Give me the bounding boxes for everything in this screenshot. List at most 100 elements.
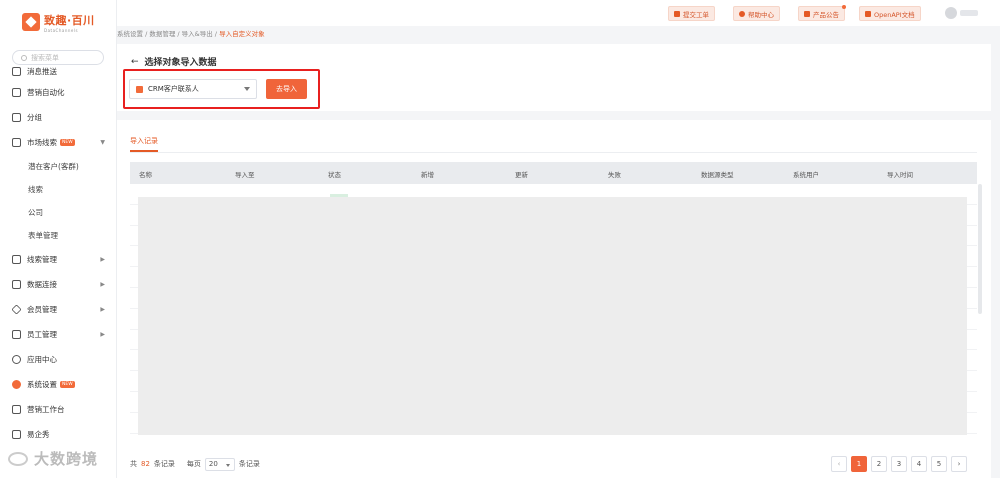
sidebar-item-lead-management[interactable]: 线索管理 ▶ — [0, 247, 116, 272]
object-select-value: CRM客户联系人 — [148, 85, 199, 93]
sidebar-item-message-push[interactable]: 消息推送 — [0, 63, 116, 80]
help-center-button[interactable]: 帮助中心 — [733, 6, 780, 21]
data-connect-icon — [12, 280, 21, 289]
redacted-region — [138, 197, 967, 435]
breadcrumb: 系统设置 / 数据管理 / 导入&导出 / 导入自定义对象 — [117, 30, 265, 38]
sidebar-subitem-forms[interactable]: 表单管理 — [0, 224, 116, 247]
total-count: 82 — [141, 460, 150, 468]
watermark-logo-icon — [8, 451, 28, 466]
pagination-bar: 共 82 条记录 每页 20 条记录 ‹ 1 2 3 4 5 › — [130, 456, 977, 472]
menu-search-placeholder: 搜索菜单 — [31, 53, 59, 62]
column-header: 失败 — [608, 171, 621, 179]
submit-ticket-button[interactable]: 提交工单 — [668, 6, 715, 21]
page-button[interactable]: 2 — [871, 456, 887, 472]
breadcrumb-item[interactable]: 导入&导出 — [182, 30, 213, 38]
user-name — [960, 10, 978, 16]
new-badge: NEW — [60, 381, 75, 388]
chevron-right-icon: ▶ — [100, 331, 105, 338]
breadcrumb-item[interactable]: 系统设置 — [117, 30, 143, 38]
user-menu[interactable] — [945, 7, 978, 19]
page-size-select[interactable]: 20 — [204, 457, 235, 471]
staff-icon — [12, 330, 21, 339]
sidebar-item-data-connect[interactable]: 数据连接 ▶ — [0, 272, 116, 297]
sidebar-item-app-center[interactable]: 应用中心 — [0, 347, 116, 372]
diamond-icon — [11, 304, 22, 315]
logo-title: 致趣·百川 — [44, 13, 95, 27]
column-header: 新增 — [421, 171, 434, 179]
import-panel: ← 选择对象导入数据 CRM客户联系人 去导入 — [117, 44, 991, 111]
openapi-docs-button[interactable]: OpenAPI文档 — [859, 6, 921, 21]
next-page-button[interactable]: › — [951, 456, 967, 472]
pager: ‹ 1 2 3 4 5 › — [831, 456, 967, 472]
page-button[interactable]: 4 — [911, 456, 927, 472]
total-suffix: 条记录 — [153, 460, 175, 468]
sidebar-subitem-prospects[interactable]: 潜在客户(客群) — [0, 155, 116, 178]
lead-management-icon — [12, 255, 21, 264]
page-title: 选择对象导入数据 — [144, 58, 217, 68]
automation-icon — [12, 88, 21, 97]
search-icon — [21, 54, 27, 61]
chevron-right-icon: ▶ — [100, 256, 105, 263]
workbench-icon — [12, 405, 21, 414]
top-bar: 提交工单 帮助中心 产品公告 OpenAPI文档 — [117, 0, 1000, 26]
object-select[interactable]: CRM客户联系人 — [129, 79, 257, 99]
per-page-suffix: 条记录 — [238, 460, 260, 468]
page-button[interactable]: 3 — [891, 456, 907, 472]
sidebar-item-members[interactable]: 会员管理 ▶ — [0, 297, 116, 322]
page-button[interactable]: 5 — [931, 456, 947, 472]
logo-subtitle: DataChannels — [44, 27, 79, 33]
group-icon — [12, 113, 21, 122]
product-announcement-button[interactable]: 产品公告 — [798, 5, 846, 21]
notification-dot — [842, 5, 846, 9]
total-prefix: 共 — [130, 460, 137, 468]
watermark-text: 大数跨境 — [34, 450, 99, 468]
breadcrumb-item[interactable]: 数据管理 — [149, 30, 175, 38]
object-icon — [136, 85, 143, 93]
sidebar-item-eqxiu[interactable]: 易企秀 — [0, 422, 116, 447]
chevron-right-icon: ▶ — [100, 281, 105, 288]
prev-page-button[interactable]: ‹ — [831, 456, 847, 472]
column-header: 系统用户 — [793, 171, 819, 179]
go-import-button[interactable]: 去导入 — [266, 79, 307, 99]
sidebar-item-system-settings[interactable]: 系统设置 NEW — [0, 372, 116, 397]
arrow-left-icon: ← — [131, 56, 139, 67]
column-header: 导入至 — [235, 171, 255, 179]
logo-icon — [22, 13, 40, 31]
column-header: 更新 — [515, 171, 528, 179]
table-header: 名称 导入至 状态 新增 更新 失败 数据源类型 系统用户 导入时间 — [130, 162, 977, 184]
avatar — [945, 7, 957, 19]
app-center-icon — [12, 355, 21, 364]
sidebar: 致趣·百川 DataChannels 搜索菜单 消息推送 营销自动化 分组 市场… — [0, 0, 117, 478]
tab-import-records[interactable]: 导入记录 — [130, 136, 158, 152]
logo[interactable]: 致趣·百川 DataChannels — [22, 9, 95, 35]
sidebar-item-market-leads[interactable]: 市场线索 NEW ▼ — [0, 130, 116, 155]
help-icon — [739, 10, 745, 17]
breadcrumb-current: 导入自定义对象 — [219, 30, 265, 38]
chevron-down-icon — [244, 87, 250, 91]
sidebar-item-marketing-workbench[interactable]: 营销工作台 — [0, 397, 116, 422]
column-header: 导入时间 — [887, 171, 913, 179]
doc-icon — [865, 10, 871, 17]
sidebar-item-groups[interactable]: 分组 — [0, 105, 116, 130]
import-records-panel: 导入记录 名称 导入至 状态 新增 更新 失败 数据源类型 系统用户 导入时间 … — [117, 120, 991, 478]
chevron-down-icon: ▼ — [100, 139, 105, 146]
sidebar-menu: 消息推送 营销自动化 分组 市场线索 NEW ▼ 潜在客户(客群) 线索 公司 表单… — [0, 67, 116, 447]
ticket-icon — [674, 10, 680, 17]
per-page-label: 每页 — [186, 460, 201, 468]
scrollbar[interactable] — [978, 184, 982, 314]
leads-icon — [12, 138, 21, 147]
new-badge: NEW — [60, 139, 75, 146]
back-button[interactable]: ← 选择对象导入数据 — [131, 55, 217, 69]
sidebar-subitem-leads[interactable]: 线索 — [0, 178, 116, 201]
sidebar-item-marketing-automation[interactable]: 营销自动化 — [0, 80, 116, 105]
watermark: 大数跨境 — [8, 448, 98, 469]
chevron-right-icon: ▶ — [100, 306, 105, 313]
page-button[interactable]: 1 — [851, 456, 867, 472]
gear-icon — [12, 380, 21, 389]
sidebar-item-staff[interactable]: 员工管理 ▶ — [0, 322, 116, 347]
message-icon — [12, 67, 21, 76]
sidebar-subitem-company[interactable]: 公司 — [0, 201, 116, 224]
column-header: 状态 — [328, 171, 341, 179]
tab-divider — [130, 152, 977, 153]
bell-icon — [804, 10, 810, 17]
